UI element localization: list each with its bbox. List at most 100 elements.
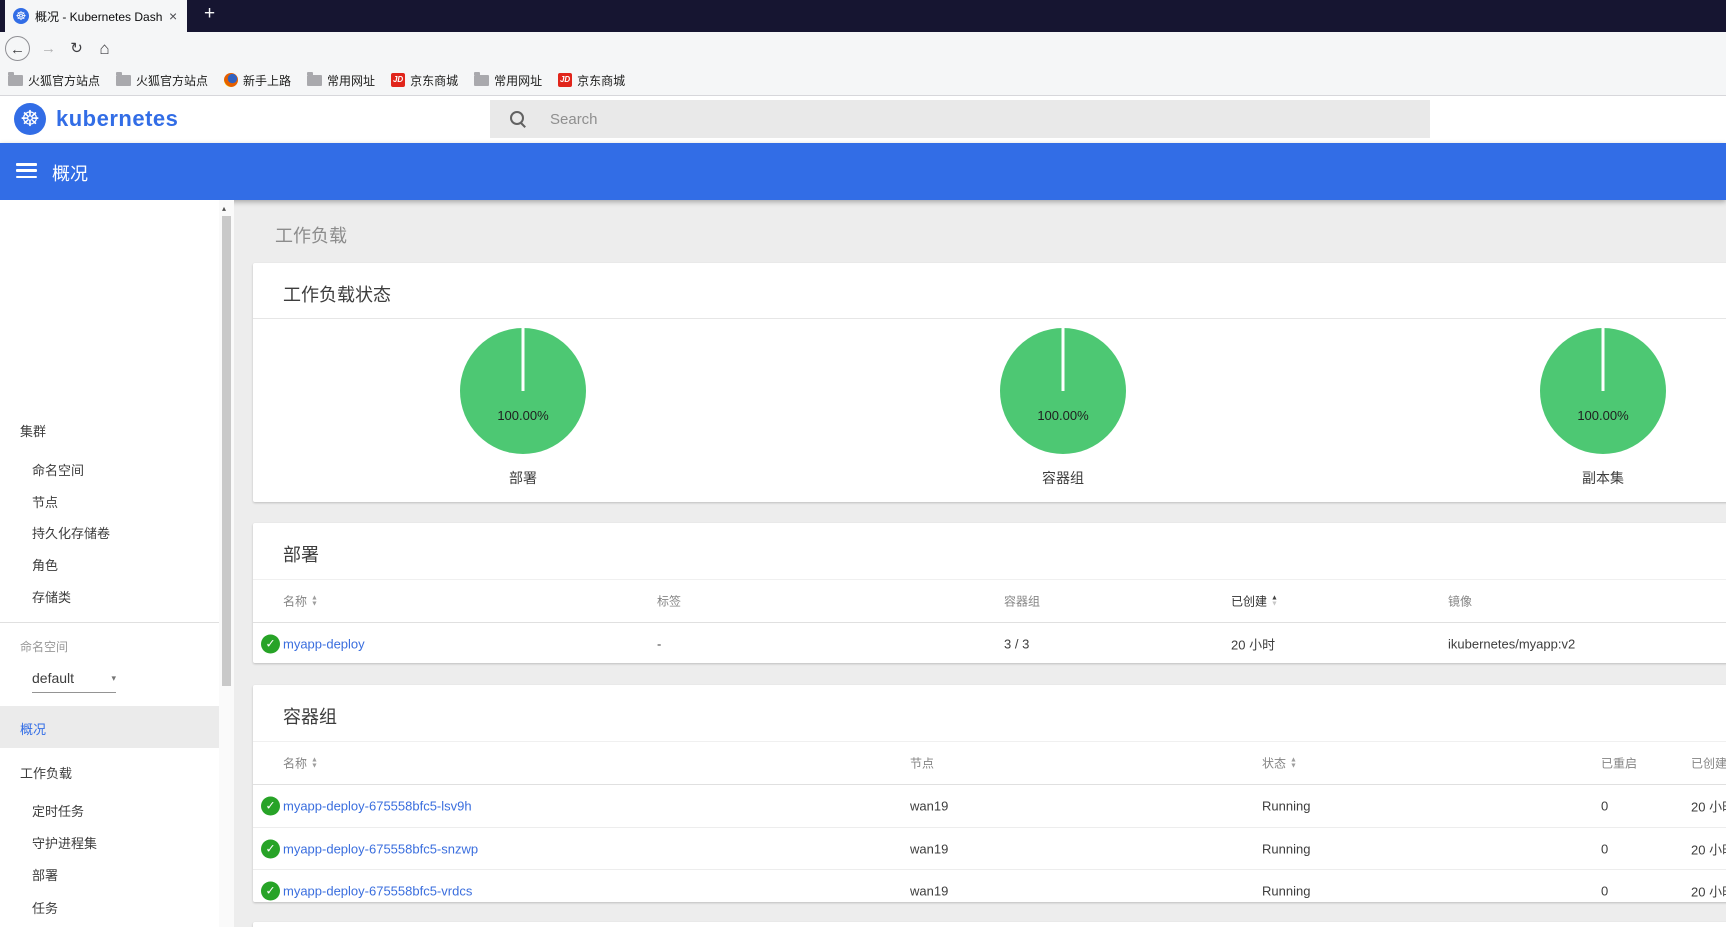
search-input[interactable] [550, 110, 1350, 128]
column-header-status[interactable]: 状态 ▲ ▼ [1262, 755, 1297, 772]
card-title: 容器组 [283, 707, 337, 727]
bookmark-item[interactable]: JD 京东商城 [391, 72, 458, 89]
brand-title: kubernetes [56, 106, 179, 131]
kubernetes-header: ☸ kubernetes [0, 96, 1726, 143]
pie-deployments: 100.00% 部署 [253, 320, 793, 502]
table-row[interactable]: ✓ myapp-deploy-675558bfc5-lsv9h wan19 Ru… [253, 785, 1726, 827]
table-row[interactable]: ✓ myapp-deploy - 3 / 3 20 小时 ikubernetes… [253, 623, 1726, 664]
bookmark-item[interactable]: 常用网址 [474, 71, 542, 89]
created-cell: 20 小时 [1691, 842, 1726, 857]
sort-icon: ▲ ▼ [1290, 756, 1297, 769]
column-header-created[interactable]: 已创建 ▲ ▼ [1231, 593, 1278, 610]
column-header-images[interactable]: 镜像 [1448, 593, 1472, 610]
column-header-pods[interactable]: 容器组 [1004, 593, 1040, 610]
firefox-icon [224, 73, 239, 87]
restarts-cell: 0 [1601, 883, 1609, 898]
table-header-row: 名称 ▲ ▼ 节点 状态 ▲ ▼ 已重启 已创建 [253, 741, 1726, 785]
deployment-link[interactable]: myapp-deploy [283, 636, 365, 651]
column-header-restarts[interactable]: 已重启 [1601, 755, 1637, 772]
sidebar-item-roles[interactable]: 角色 [32, 555, 58, 574]
folder-icon [116, 71, 132, 86]
images-cell: ikubernetes/myapp:v2 [1448, 636, 1576, 651]
pod-link[interactable]: myapp-deploy-675558bfc5-lsv9h [283, 799, 472, 814]
browser-tab-bar: ☸ 概况 - Kubernetes Dashboard × + [0, 0, 1726, 32]
column-header-name[interactable]: 名称 ▲ ▼ [283, 755, 318, 772]
table-row[interactable]: ✓ myapp-deploy-675558bfc5-vrdcs wan19 Ru… [253, 869, 1726, 911]
sidebar-item-overview[interactable]: 概况 [0, 706, 219, 748]
pie-chart [1540, 328, 1666, 454]
page-title: 工作负载 [275, 226, 347, 246]
divider [0, 622, 219, 623]
home-button[interactable]: ⌂ [92, 36, 117, 61]
card-title: 工作负载状态 [283, 285, 391, 305]
pod-link[interactable]: myapp-deploy-675558bfc5-snzwp [283, 841, 478, 856]
restarts-cell: 0 [1601, 798, 1609, 814]
column-header-labels[interactable]: 标签 [657, 593, 681, 610]
kubernetes-favicon-icon: ☸ [13, 8, 29, 24]
back-button[interactable]: ← [5, 36, 30, 61]
bookmark-item[interactable]: 常用网址 [307, 71, 375, 89]
search-bar[interactable] [490, 100, 1430, 138]
column-header-created[interactable]: 已创建 [1691, 755, 1726, 772]
browser-toolbar: ← → ↻ ⌂ ⓘ ⚠ #!/overview?namespace=defaul… [0, 32, 1726, 93]
status-ok-icon: ✓ [261, 634, 280, 653]
sidebar-item-daemon-sets[interactable]: 守护进程集 [32, 833, 97, 852]
folder-icon [307, 71, 323, 86]
sidebar-scrollbar[interactable]: ▴ [219, 200, 234, 927]
jd-icon: JD [558, 73, 573, 87]
sidebar-nav: 集群 命名空间 节点 持久化存储卷 角色 存储类 命名空间 default ▾ … [0, 200, 219, 927]
created-cell: 20 小时 [1231, 637, 1276, 652]
bookmark-item[interactable]: JD 京东商城 [558, 72, 625, 89]
table-row[interactable]: ✓ myapp-deploy-675558bfc5-snzwp wan19 Ru… [253, 827, 1726, 869]
status-ok-icon: ✓ [261, 839, 280, 858]
tab-close-icon[interactable]: × [169, 8, 177, 24]
status-ok-icon: ✓ [261, 796, 280, 816]
sidebar-section-cluster[interactable]: 集群 [20, 421, 46, 440]
node-cell: wan19 [910, 798, 949, 814]
column-header-name[interactable]: 名称 ▲ ▼ [283, 593, 318, 610]
page-heading: 概况 [52, 164, 88, 184]
pie-percent-label: 100.00% [497, 408, 549, 423]
next-card-clipped [253, 922, 1726, 927]
sidebar-item-nodes[interactable]: 节点 [32, 492, 58, 511]
pie-chart [1000, 328, 1126, 454]
forward-button[interactable]: → [36, 36, 61, 61]
status-cell: Running [1262, 798, 1311, 814]
new-tab-button[interactable]: + [198, 3, 221, 25]
workload-status-card: 工作负载状态 100.00% 部署 100.00% 容器组 100.00% 副本… [253, 263, 1726, 502]
chevron-down-icon: ▾ [111, 673, 116, 683]
status-cell: Running [1262, 883, 1311, 898]
sort-icon: ▲ ▼ [311, 594, 318, 607]
created-cell: 20 小时 [1691, 884, 1726, 899]
pie-chart [460, 328, 586, 454]
sidebar-item-jobs[interactable]: 任务 [32, 898, 58, 917]
pie-pods: 100.00% 容器组 [793, 320, 1333, 502]
sidebar-item-persistent-volumes[interactable]: 持久化存储卷 [32, 523, 110, 542]
table-header-row: 名称 ▲ ▼ 标签 容器组 已创建 ▲ ▼ 镜像 [253, 579, 1726, 623]
hamburger-menu-icon[interactable] [16, 163, 37, 178]
pod-link[interactable]: myapp-deploy-675558bfc5-vrdcs [283, 883, 472, 898]
pie-percent-label: 100.00% [1037, 408, 1089, 423]
bookmark-item[interactable]: 新手上路 [224, 72, 291, 89]
reload-button[interactable]: ↻ [64, 36, 89, 61]
scrollbar-thumb[interactable] [222, 216, 231, 686]
sidebar-section-workloads[interactable]: 工作负载 [20, 763, 72, 782]
card-title: 部署 [283, 545, 319, 565]
sidebar-item-cron-jobs[interactable]: 定时任务 [32, 801, 84, 820]
search-icon [510, 111, 526, 127]
column-header-node[interactable]: 节点 [910, 755, 934, 772]
node-cell: wan19 [910, 841, 949, 856]
namespace-select[interactable]: default ▾ [32, 670, 116, 693]
bookmark-item[interactable]: 火狐官方站点 [8, 71, 100, 89]
scroll-up-icon[interactable]: ▴ [222, 204, 226, 213]
pods-cell: 3 / 3 [1004, 636, 1030, 651]
browser-tab[interactable]: ☸ 概况 - Kubernetes Dashboard × [5, 0, 187, 32]
created-cell: 20 小时 [1691, 799, 1726, 815]
sidebar-item-deployments[interactable]: 部署 [32, 865, 58, 884]
sidebar-item-namespaces[interactable]: 命名空间 [32, 460, 84, 479]
pie-caption: 副本集 [1582, 470, 1624, 486]
folder-icon [8, 71, 23, 86]
bookmark-item[interactable]: 火狐官方站点 [116, 71, 208, 89]
sidebar-item-storage-classes[interactable]: 存储类 [32, 587, 71, 606]
tab-title: 概况 - Kubernetes Dashboard [35, 9, 163, 24]
